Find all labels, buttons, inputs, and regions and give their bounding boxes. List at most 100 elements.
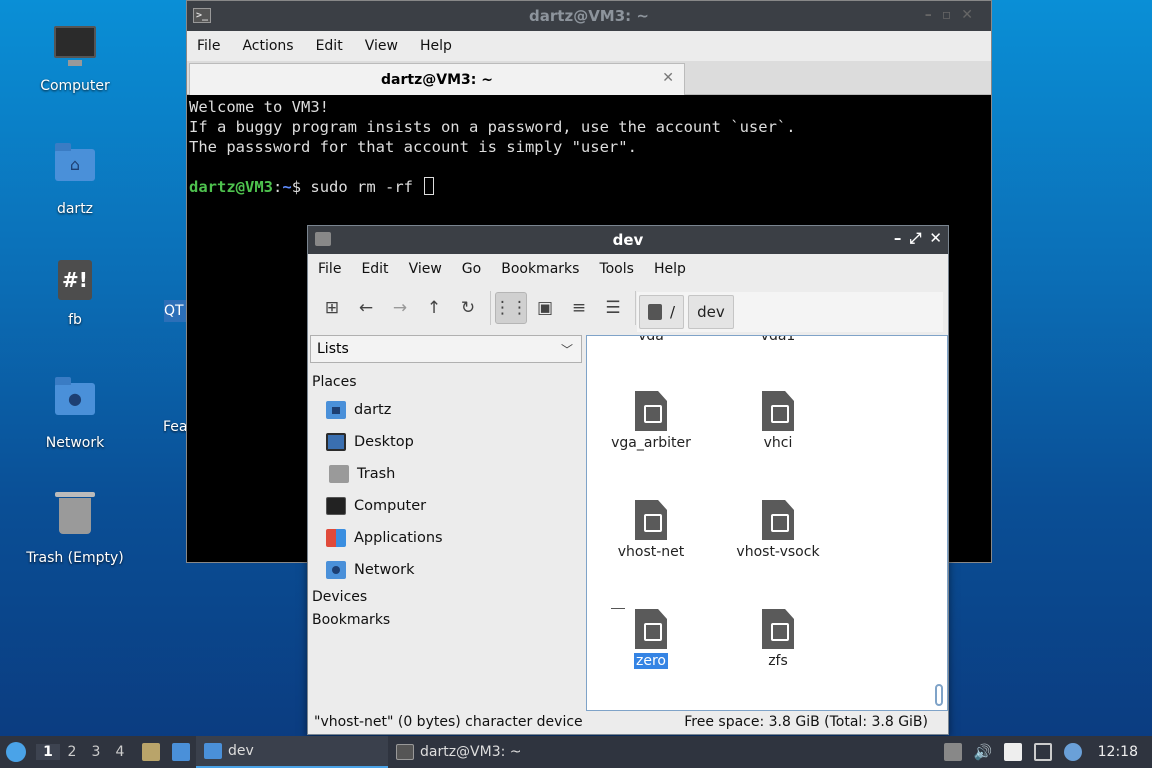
- file-item-vda1[interactable]: vda1: [718, 336, 838, 344]
- file-manager-window[interactable]: dev – ⤢ ✕ File Edit View Go Bookmarks To…: [307, 225, 949, 735]
- file-manager-launcher-icon[interactable]: [142, 743, 160, 761]
- network-status-icon[interactable]: [1033, 743, 1052, 761]
- forward-arrow-icon[interactable]: →: [384, 292, 416, 324]
- terminal-titlebar[interactable]: >_ dartz@VM3: ~ –▫✕: [187, 1, 991, 31]
- menu-help[interactable]: Help: [420, 38, 452, 54]
- close-icon[interactable]: ✕: [929, 229, 942, 247]
- minimize-icon[interactable]: –: [925, 7, 942, 23]
- up-arrow-icon[interactable]: ↑: [418, 292, 450, 324]
- terminal-command: sudo rm -rf: [310, 178, 423, 196]
- close-icon[interactable]: ✕: [961, 7, 983, 23]
- maximize-icon[interactable]: ⤢: [909, 229, 921, 247]
- bookmarks-header[interactable]: Bookmarks: [310, 609, 582, 632]
- menu-tools[interactable]: Tools: [599, 261, 634, 277]
- menu-view[interactable]: View: [409, 261, 442, 277]
- taskbar: 1 2 3 4 dev dartz@VM3: ~ 🔊 12:18: [0, 736, 1152, 768]
- desktop-icon-fb[interactable]: #! fb: [15, 254, 135, 328]
- home-folder-icon: [326, 401, 346, 419]
- terminal-line: If a buggy program insists on a password…: [189, 118, 796, 136]
- file-manager-titlebar[interactable]: dev – ⤢ ✕: [308, 226, 948, 254]
- place-computer[interactable]: Computer: [310, 490, 582, 522]
- workspace-3[interactable]: 3: [84, 744, 108, 760]
- volume-icon[interactable]: 🔊: [974, 743, 993, 761]
- file-item-vhci[interactable]: vhci: [718, 391, 838, 451]
- places-header[interactable]: Places: [310, 371, 582, 394]
- file-item-zero[interactable]: zero: [591, 609, 711, 669]
- trash-icon: [329, 465, 349, 483]
- tab-close-icon[interactable]: ✕: [662, 70, 674, 86]
- prompt-dollar: $: [291, 178, 311, 196]
- prompt-separator: :: [273, 178, 283, 196]
- notification-icon[interactable]: [1063, 743, 1082, 761]
- vertical-scrollbar-thumb[interactable]: [935, 684, 943, 706]
- terminal-tab[interactable]: dartz@VM3: ~ ✕: [189, 63, 685, 95]
- workspace-1[interactable]: 1: [36, 744, 60, 760]
- file-item-zfs[interactable]: zfs: [718, 609, 838, 669]
- status-free-space: Free space: 3.8 GiB (Total: 3.8 GiB): [684, 714, 928, 730]
- menu-view[interactable]: View: [365, 38, 398, 54]
- path-button-dev[interactable]: dev: [688, 295, 734, 329]
- menu-bookmarks[interactable]: Bookmarks: [501, 261, 579, 277]
- menu-help[interactable]: Help: [654, 261, 686, 277]
- file-manager-toolbar: ⊞ ← → ↑ ↻ ⋮⋮ ▣ ≡ ☰ / dev: [308, 284, 948, 332]
- icon-view-icon[interactable]: ⋮⋮: [494, 292, 528, 324]
- menu-actions[interactable]: Actions: [242, 38, 293, 54]
- terminal-tab-label: dartz@VM3: ~: [381, 71, 493, 88]
- place-dartz[interactable]: dartz: [310, 394, 582, 426]
- task-file-manager[interactable]: dev: [196, 736, 388, 768]
- compact-view-icon[interactable]: ≡: [563, 292, 595, 324]
- workspace-4[interactable]: 4: [108, 744, 132, 760]
- prompt-path: ~: [282, 178, 292, 196]
- eject-icon[interactable]: [943, 743, 962, 761]
- start-menu-icon[interactable]: [6, 742, 26, 762]
- thumbnail-view-icon[interactable]: ▣: [529, 292, 561, 324]
- desktop-icon-computer[interactable]: Computer: [15, 20, 135, 94]
- place-desktop[interactable]: Desktop: [310, 426, 582, 458]
- show-desktop-icon[interactable]: [172, 743, 190, 761]
- file-item-vda[interactable]: vda: [591, 336, 711, 344]
- character-device-icon: [762, 391, 794, 431]
- menu-file[interactable]: File: [197, 38, 220, 54]
- workspace-2[interactable]: 2: [60, 744, 84, 760]
- status-bar: "vhost-net" (0 bytes) character device F…: [308, 710, 948, 734]
- side-pane-mode-select[interactable]: Lists ﹀: [310, 335, 582, 363]
- place-applications[interactable]: Applications: [310, 522, 582, 554]
- file-item-vhost-net[interactable]: vhost-net: [591, 500, 711, 560]
- file-item-vhost-vsock[interactable]: vhost-vsock: [718, 500, 838, 560]
- devices-header[interactable]: Devices: [310, 586, 582, 609]
- trash-icon: [51, 492, 99, 546]
- clock[interactable]: 12:18: [1098, 744, 1138, 760]
- drive-icon: [648, 304, 662, 320]
- menu-edit[interactable]: Edit: [361, 261, 388, 277]
- menu-edit[interactable]: Edit: [316, 38, 343, 54]
- character-device-icon: [762, 500, 794, 540]
- back-arrow-icon[interactable]: ←: [350, 292, 382, 324]
- file-item-vga-arbiter[interactable]: vga_arbiter: [591, 391, 711, 451]
- folder-icon: [315, 232, 331, 246]
- desktop-icon-home[interactable]: ⌂ dartz: [15, 137, 135, 217]
- terminal-window-buttons: –▫✕: [925, 7, 983, 23]
- path-button-root[interactable]: /: [639, 295, 685, 329]
- place-network[interactable]: Network: [310, 554, 582, 586]
- desktop-icon-qt-partial[interactable]: QT: [164, 300, 186, 322]
- clipboard-icon[interactable]: [1003, 743, 1022, 761]
- new-tab-icon[interactable]: ⊞: [316, 292, 348, 324]
- task-terminal[interactable]: dartz@VM3: ~: [388, 736, 578, 768]
- desktop-icon-fea-partial[interactable]: Fea: [163, 419, 186, 435]
- file-manager-title: dev: [612, 231, 644, 249]
- maximize-icon[interactable]: ▫: [942, 7, 962, 23]
- menu-go[interactable]: Go: [462, 261, 481, 277]
- detailed-list-view-icon[interactable]: ☰: [597, 292, 629, 324]
- character-device-icon: [762, 609, 794, 649]
- desktop-icon-label: Network: [45, 435, 105, 451]
- file-manager-menubar: File Edit View Go Bookmarks Tools Help: [308, 254, 948, 284]
- menu-file[interactable]: File: [318, 261, 341, 277]
- file-view[interactable]: vda vda1 vga_arbiter vhci vhost-net vhos…: [586, 335, 948, 711]
- desktop-icon-network[interactable]: ● Network: [15, 371, 135, 451]
- desktop-icon-trash[interactable]: Trash (Empty): [15, 488, 135, 566]
- reload-icon[interactable]: ↻: [452, 292, 484, 324]
- minimize-icon[interactable]: –: [894, 229, 902, 247]
- home-folder-icon: ⌂: [51, 143, 99, 197]
- terminal-line: The passsword for that account is simply…: [189, 138, 637, 156]
- place-trash[interactable]: Trash: [310, 458, 582, 490]
